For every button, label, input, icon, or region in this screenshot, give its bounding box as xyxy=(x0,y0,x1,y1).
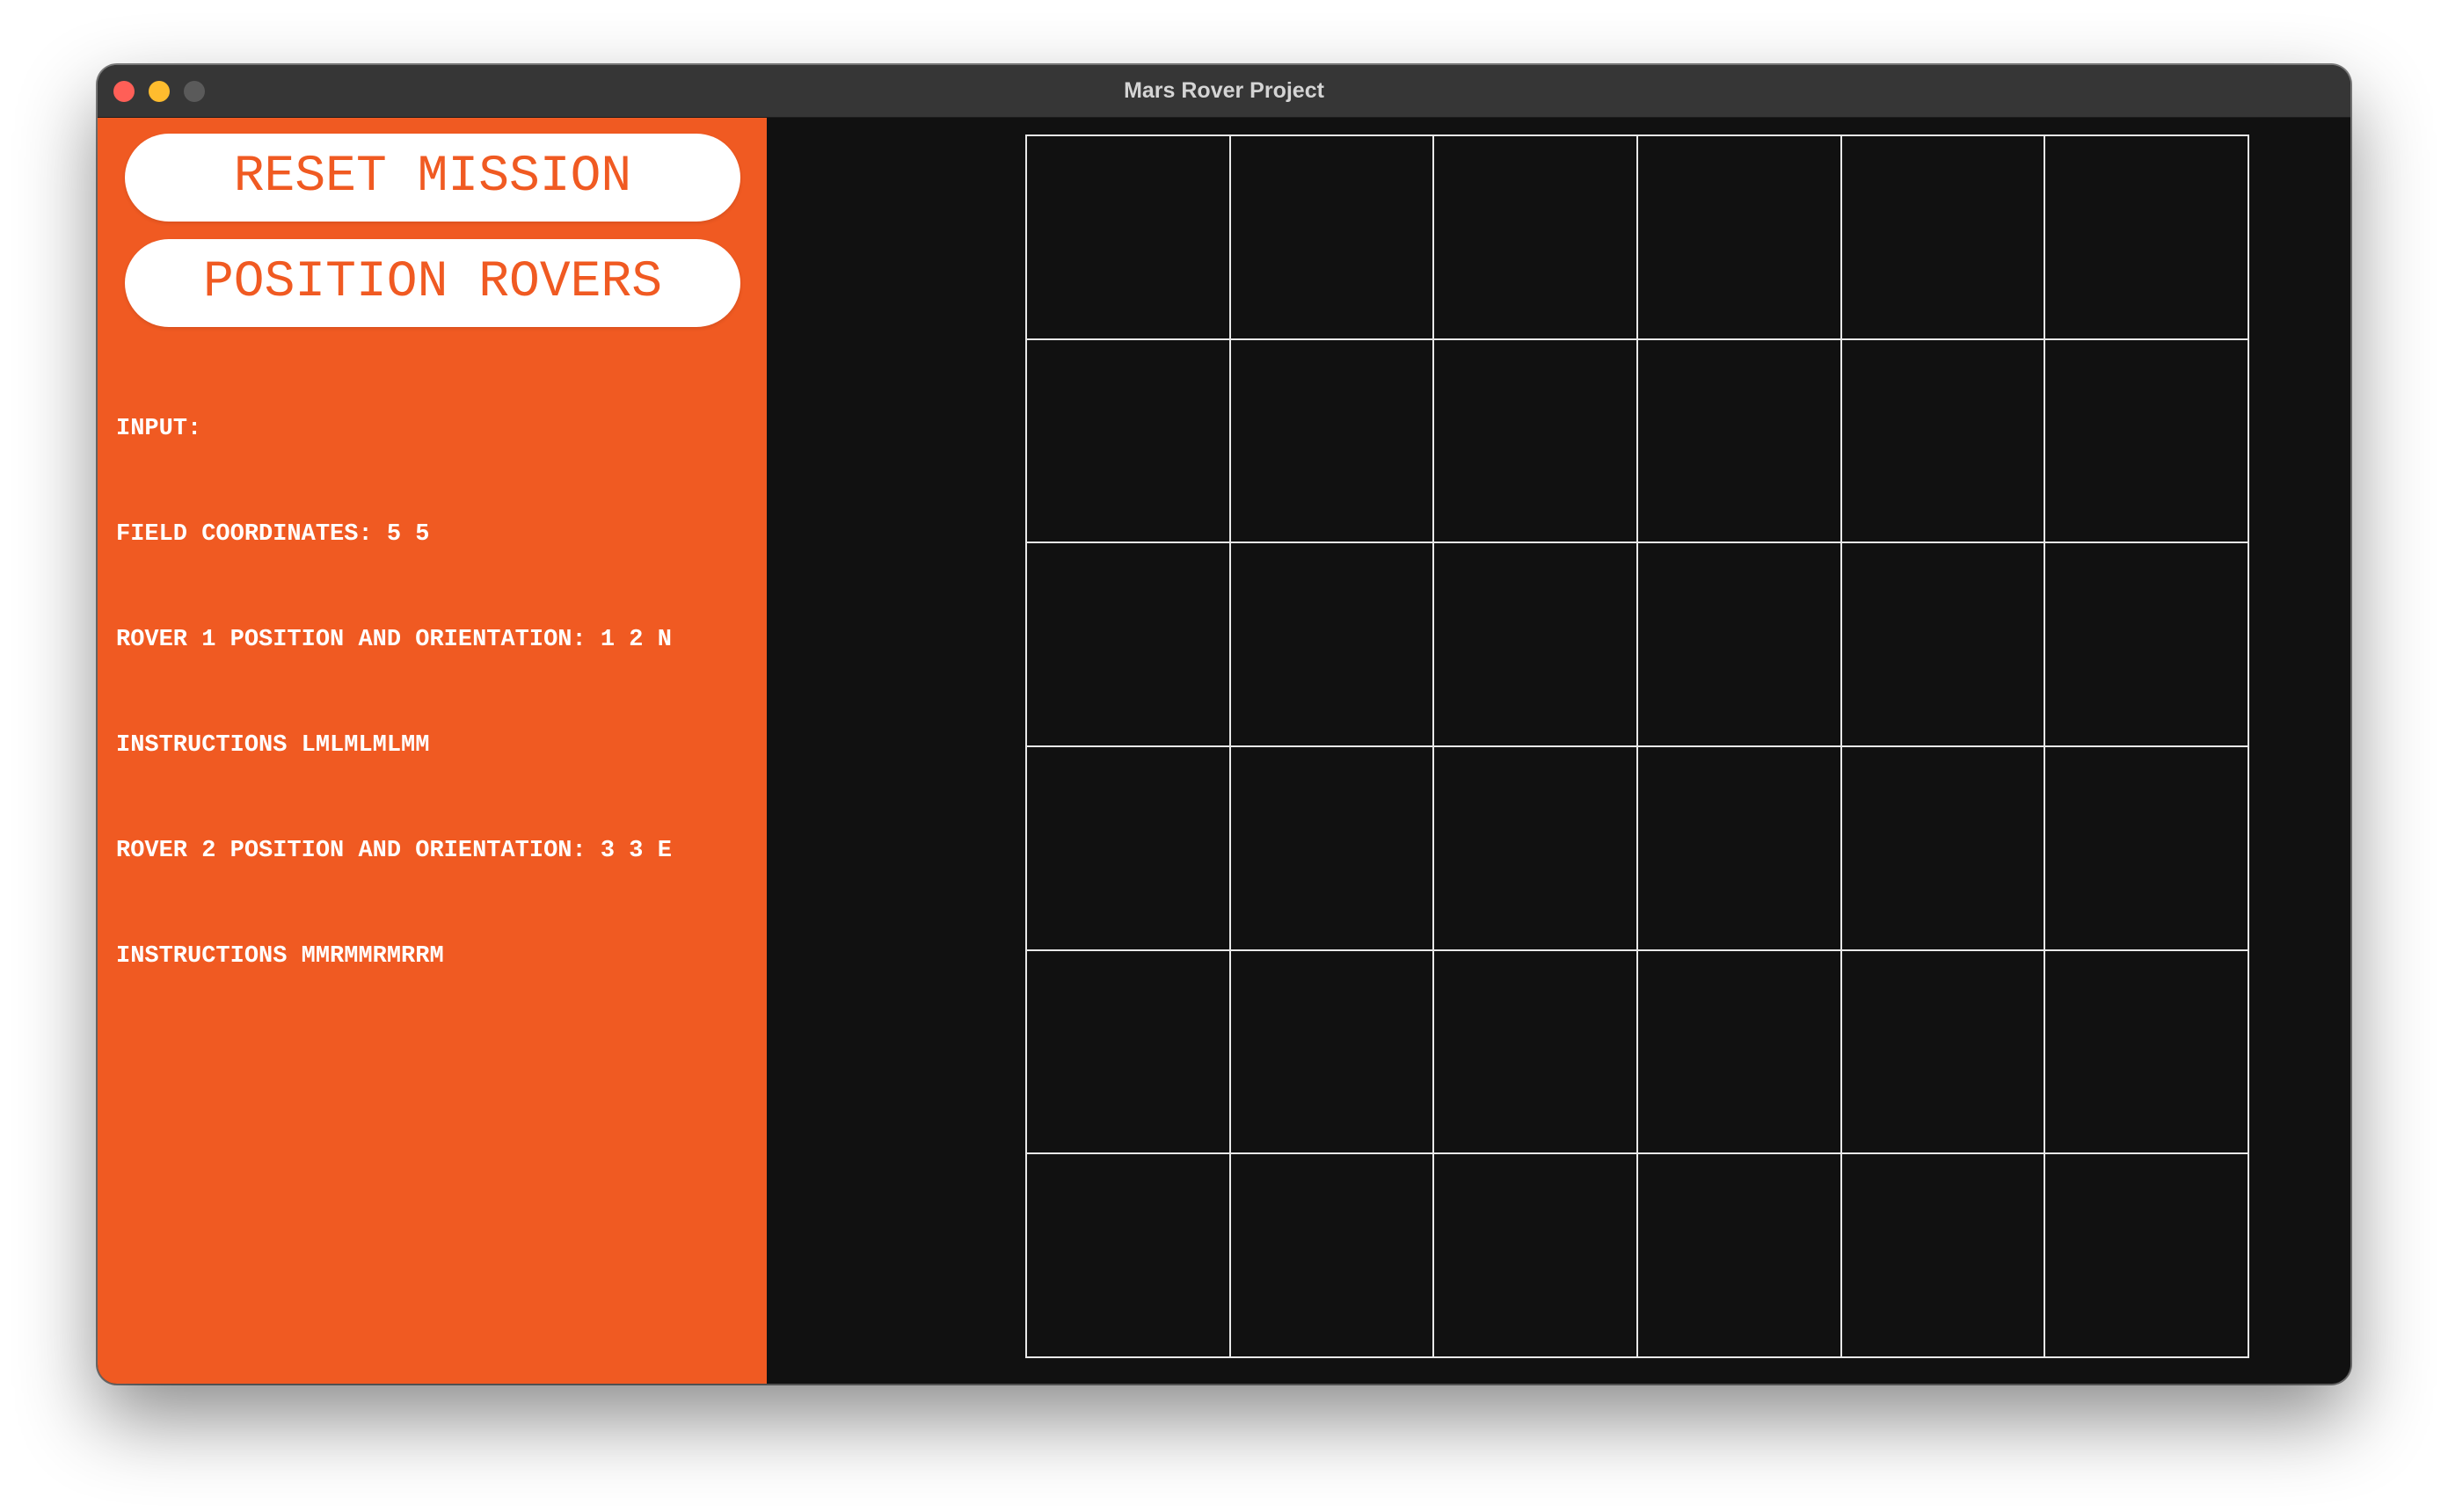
grid-cell[interactable] xyxy=(1026,542,1230,746)
grid-cell[interactable] xyxy=(1433,338,1637,543)
grid-cell[interactable] xyxy=(1637,949,1841,1154)
grid-cell[interactable] xyxy=(1637,135,1841,339)
grid-cell[interactable] xyxy=(1840,542,2045,746)
grid-cell[interactable] xyxy=(1637,338,1841,543)
grid-cell[interactable] xyxy=(2044,338,2248,543)
grid-cell[interactable] xyxy=(2044,746,2248,950)
plateau-panel xyxy=(767,118,2350,1384)
title-bar[interactable]: Mars Rover Project xyxy=(98,65,2350,118)
grid-cell[interactable] xyxy=(1840,949,2045,1154)
grid-cell[interactable] xyxy=(1229,135,1434,339)
info-line-rover-2-position: ROVER 2 POSITION AND ORIENTATION: 3 3 E xyxy=(116,838,672,864)
grid-cell[interactable] xyxy=(2044,949,2248,1154)
grid-cell[interactable] xyxy=(1229,542,1434,746)
grid-cell[interactable] xyxy=(1229,1153,1434,1357)
grid-cell[interactable] xyxy=(1433,949,1637,1154)
grid-cell[interactable] xyxy=(1637,746,1841,950)
grid-cell[interactable] xyxy=(2044,1153,2248,1357)
grid-cell[interactable] xyxy=(1637,542,1841,746)
grid-cell[interactable] xyxy=(1026,949,1230,1154)
grid-cell[interactable] xyxy=(1637,1153,1841,1357)
mission-input-text: INPUT: FIELD COORDINATES: 5 5 ROVER 1 PO… xyxy=(116,341,758,1044)
info-line-input-heading: INPUT: xyxy=(116,416,202,442)
app-window: Mars Rover Project RESET MISSION POSITIO… xyxy=(98,65,2350,1384)
grid-cell[interactable] xyxy=(1229,338,1434,543)
info-line-rover-1-instructions: INSTRUCTIONS LMLMLMLMM xyxy=(116,732,430,759)
grid-cell[interactable] xyxy=(1026,1153,1230,1357)
grid-cell[interactable] xyxy=(1229,949,1434,1154)
grid-cell[interactable] xyxy=(1026,135,1230,339)
position-rovers-button[interactable]: POSITION ROVERS xyxy=(125,239,740,327)
grid-cell[interactable] xyxy=(1026,746,1230,950)
grid-cell[interactable] xyxy=(1433,135,1637,339)
grid-cell[interactable] xyxy=(1229,746,1434,950)
grid-cell[interactable] xyxy=(1433,1153,1637,1357)
plateau-grid[interactable] xyxy=(1025,134,2249,1358)
info-line-rover-1-position: ROVER 1 POSITION AND ORIENTATION: 1 2 N xyxy=(116,627,672,653)
grid-cell[interactable] xyxy=(1840,135,2045,339)
grid-cell[interactable] xyxy=(1840,338,2045,543)
grid-cell[interactable] xyxy=(1433,746,1637,950)
info-line-rover-2-instructions: INSTRUCTIONS MMRMMRMRRM xyxy=(116,943,444,970)
grid-cell[interactable] xyxy=(2044,135,2248,339)
reset-mission-button[interactable]: RESET MISSION xyxy=(125,134,740,222)
window-title: Mars Rover Project xyxy=(1124,78,1324,103)
grid-cell[interactable] xyxy=(1433,542,1637,746)
info-line-field-coordinates: FIELD COORDINATES: 5 5 xyxy=(116,521,430,548)
grid-cell[interactable] xyxy=(1026,338,1230,543)
grid-cell[interactable] xyxy=(2044,542,2248,746)
control-sidebar: RESET MISSION POSITION ROVERS INPUT: FIE… xyxy=(98,118,767,1384)
grid-cell[interactable] xyxy=(1840,1153,2045,1357)
grid-cell[interactable] xyxy=(1840,746,2045,950)
